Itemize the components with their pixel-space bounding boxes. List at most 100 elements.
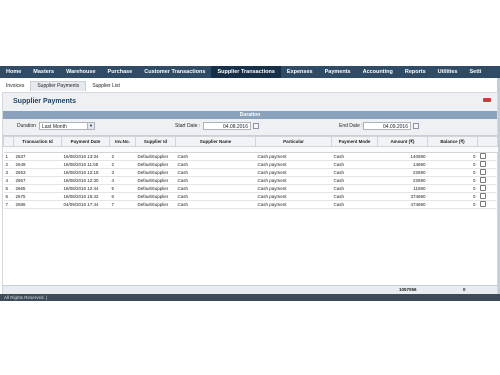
table-cell: 18/08/2016 12:18 bbox=[61, 168, 110, 177]
trash-icon[interactable] bbox=[479, 161, 486, 167]
table-row[interactable]: 2 2649 18/08/2016 11:55 2 DefaultSupplier Cas… bbox=[3, 160, 498, 169]
nav-masters[interactable]: Masters bbox=[27, 66, 60, 78]
trash-icon[interactable] bbox=[479, 185, 486, 191]
col-supplier-id[interactable]: Supplier Id bbox=[135, 136, 176, 147]
table-cell: Cash bbox=[175, 176, 256, 185]
table-cell: 0 bbox=[427, 160, 478, 169]
start-date-input[interactable]: 04.08.2016 bbox=[203, 122, 251, 130]
table-cell: Cash payment bbox=[255, 160, 332, 169]
close-icon[interactable] bbox=[483, 98, 491, 102]
nav-expenses[interactable]: Expenses bbox=[281, 66, 319, 78]
end-date-input[interactable]: 04.09.2016 bbox=[363, 122, 411, 130]
table-cell: 3 bbox=[3, 168, 14, 177]
table-cell: 18/08/2016 12:30 bbox=[61, 176, 110, 185]
col-amount[interactable]: Amount (₹) bbox=[377, 136, 428, 147]
subtab-supplier-payments[interactable]: Supplier Payments bbox=[30, 81, 87, 91]
trash-icon[interactable] bbox=[479, 153, 486, 159]
table-cell: 2675 bbox=[13, 192, 62, 201]
table-row[interactable]: 3 2653 18/08/2016 12:18 3 DefaultSupplier Cas… bbox=[3, 168, 498, 177]
table-cell: DefaultSupplier bbox=[135, 184, 176, 193]
table-cell: 3 bbox=[109, 168, 136, 177]
main-nav: Home Masters Warehouse Purchase Customer… bbox=[0, 66, 500, 78]
table-cell: 16/08/2016 13:34 bbox=[61, 152, 110, 161]
table-cell: 2 bbox=[3, 160, 14, 169]
table-row[interactable]: 6 2675 18/08/2016 15:42 6 DefaultSupplier Cas… bbox=[3, 192, 498, 201]
col-inv-no[interactable]: Inv.No. bbox=[109, 136, 136, 147]
table-cell: 2637 bbox=[13, 152, 62, 161]
calendar-icon[interactable] bbox=[253, 123, 259, 129]
table-cell: 5 bbox=[3, 184, 14, 193]
trash-icon[interactable] bbox=[479, 201, 486, 207]
col-index bbox=[3, 136, 14, 147]
table-cell: 18/08/2016 11:55 bbox=[61, 160, 110, 169]
subtab-supplier-list[interactable]: Supplier List bbox=[86, 83, 126, 89]
table-row[interactable]: 1 2637 16/08/2016 13:34 2 DefaultSupplier Cas… bbox=[3, 152, 498, 161]
col-payment-date[interactable]: Payment Date bbox=[61, 136, 110, 147]
table-cell: DefaultSupplier bbox=[135, 200, 176, 209]
table-cell: 140690 bbox=[377, 152, 428, 161]
end-date-value: 04.09.2016 bbox=[382, 124, 408, 130]
table-cell: Cash payment bbox=[255, 152, 332, 161]
table-cell: Cash payment bbox=[255, 168, 332, 177]
table-cell: 18/08/2016 12:44 bbox=[61, 184, 110, 193]
nav-payments[interactable]: Payments bbox=[319, 66, 357, 78]
nav-reports[interactable]: Reports bbox=[399, 66, 432, 78]
table-cell: 2653 bbox=[13, 168, 62, 177]
col-particular[interactable]: Particular bbox=[255, 136, 332, 147]
table-cell: 6 bbox=[3, 192, 14, 201]
col-balance[interactable]: Balance (₹) bbox=[427, 136, 478, 147]
trash-icon[interactable] bbox=[479, 177, 486, 183]
row-actions bbox=[477, 168, 498, 177]
table-row[interactable]: 7 2686 04/09/2016 17:44 7 DefaultSupplier Cas… bbox=[3, 200, 498, 209]
table-cell: 5 bbox=[109, 184, 136, 193]
calendar-icon[interactable] bbox=[413, 123, 419, 129]
row-actions bbox=[477, 152, 498, 161]
table-cell: Cash bbox=[175, 160, 256, 169]
col-supplier-name[interactable]: Supplier Name bbox=[175, 136, 256, 147]
nav-settings[interactable]: Setti bbox=[464, 66, 488, 78]
table-cell: Cash bbox=[175, 192, 256, 201]
chevron-down-icon[interactable]: ▼ bbox=[87, 123, 94, 129]
table-cell: 2649 bbox=[13, 160, 62, 169]
table-row[interactable]: 4 2657 18/08/2016 12:30 4 DefaultSupplier Cas… bbox=[3, 176, 498, 185]
table-cell: 0 bbox=[427, 168, 478, 177]
nav-accounting[interactable]: Accounting bbox=[357, 66, 399, 78]
duration-select[interactable]: Last Month ▼ bbox=[39, 122, 95, 130]
start-date-label: Start Date : bbox=[175, 123, 201, 129]
row-actions bbox=[477, 160, 498, 169]
col-payment-mode[interactable]: Payment Mode bbox=[331, 136, 378, 147]
table-cell: 0 bbox=[427, 184, 478, 193]
table-cell: Cash payment bbox=[255, 200, 332, 209]
row-actions bbox=[477, 192, 498, 201]
sub-tabs: Invoices Supplier Payments Supplier List bbox=[0, 81, 500, 91]
nav-home[interactable]: Home bbox=[0, 66, 27, 78]
table-cell: 6 bbox=[109, 192, 136, 201]
nav-warehouse[interactable]: Warehouse bbox=[60, 66, 101, 78]
total-amount: 1057056 bbox=[399, 287, 417, 292]
table-cell: 04/09/2016 17:44 bbox=[61, 200, 110, 209]
table-cell: DefaultSupplier bbox=[135, 152, 176, 161]
table-cell: 0 bbox=[427, 192, 478, 201]
col-transaction-id[interactable]: Transaction Id bbox=[13, 136, 62, 147]
totals-row: 1057056 0 bbox=[3, 285, 497, 294]
subtab-invoices[interactable]: Invoices bbox=[0, 83, 30, 89]
row-actions bbox=[477, 184, 498, 193]
trash-icon[interactable] bbox=[479, 169, 486, 175]
start-date-value: 04.08.2016 bbox=[222, 124, 248, 130]
table-cell: 2 bbox=[109, 152, 136, 161]
total-balance: 0 bbox=[463, 287, 466, 292]
table-cell: 22690 bbox=[377, 168, 428, 177]
nav-supplier-transactions[interactable]: Supplier Transactions bbox=[211, 66, 281, 78]
table-cell: 4 bbox=[3, 176, 14, 185]
table-cell: 474690 bbox=[377, 200, 428, 209]
table-cell: 22690 bbox=[377, 176, 428, 185]
nav-utilities[interactable]: Utilities bbox=[432, 66, 464, 78]
nav-purchase[interactable]: Purchase bbox=[102, 66, 139, 78]
trash-icon[interactable] bbox=[479, 193, 486, 199]
table-row[interactable]: 5 2665 18/08/2016 12:44 5 DefaultSupplier Cas… bbox=[3, 184, 498, 193]
table-cell: 2 bbox=[109, 160, 136, 169]
table-cell: 2657 bbox=[13, 176, 62, 185]
col-actions bbox=[477, 136, 498, 147]
row-actions bbox=[477, 200, 498, 209]
nav-customer-transactions[interactable]: Customer Transactions bbox=[138, 66, 211, 78]
